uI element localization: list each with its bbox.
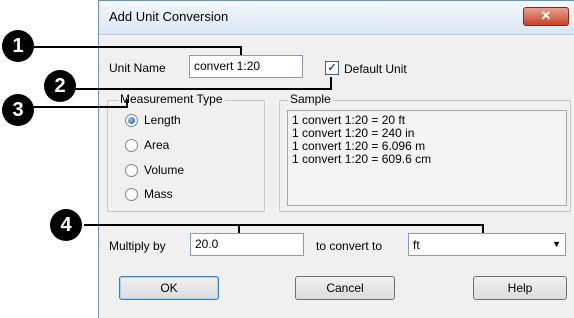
convert-to-label: to convert to [316, 239, 383, 253]
measurement-type-title: Measurement Type [118, 92, 225, 106]
callout-3-badge: 3 [2, 94, 34, 126]
callout-4-line [84, 224, 484, 226]
convert-to-select[interactable]: ft ▼ [408, 233, 566, 256]
callout-2-line [330, 77, 332, 90]
callout-1-badge: 1 [2, 30, 34, 62]
callout-4-line [238, 224, 240, 233]
convert-to-value: ft [413, 238, 420, 252]
radio-volume-label: Volume [144, 163, 185, 177]
callout-2-badge: 2 [44, 70, 76, 102]
callout-3-line [126, 99, 128, 108]
cancel-button[interactable]: Cancel [295, 276, 395, 300]
radio-volume[interactable] [125, 164, 138, 177]
radio-area[interactable] [125, 139, 138, 152]
sample-line: 1 convert 1:20 = 609.6 cm [292, 152, 432, 166]
default-unit-label: Default Unit [344, 62, 407, 76]
dialog-title: Add Unit Conversion [109, 9, 229, 24]
chevron-down-icon: ▼ [552, 239, 561, 249]
radio-length-label: Length [144, 113, 181, 127]
radio-mass[interactable] [125, 188, 138, 201]
callout-4-line [482, 224, 484, 233]
ok-button[interactable]: OK [119, 276, 219, 300]
unit-name-label: Unit Name [109, 61, 166, 75]
close-button[interactable]: ✕ [523, 7, 569, 26]
radio-mass-label: Mass [144, 187, 173, 201]
callout-1-line [18, 46, 242, 48]
callout-3-line [18, 106, 128, 108]
radio-length[interactable] [125, 114, 138, 127]
multiply-by-input[interactable]: 20.0 [190, 233, 304, 256]
multiply-by-label: Multiply by [109, 239, 166, 253]
unit-name-input[interactable]: convert 1:20 [189, 55, 303, 78]
help-button[interactable]: Help [473, 276, 567, 300]
callout-1-line [240, 46, 242, 55]
default-unit-checkbox[interactable]: ✓ [325, 61, 339, 75]
sample-title: Sample [288, 92, 333, 106]
callout-4-badge: 4 [50, 209, 82, 241]
title-bar: Add Unit Conversion ✕ [99, 1, 574, 35]
radio-area-label: Area [144, 138, 170, 152]
close-icon: ✕ [540, 8, 552, 23]
sample-text-box: 1 convert 1:20 = 20 ft 1 convert 1:20 = … [287, 110, 567, 206]
callout-2-line [60, 88, 332, 90]
